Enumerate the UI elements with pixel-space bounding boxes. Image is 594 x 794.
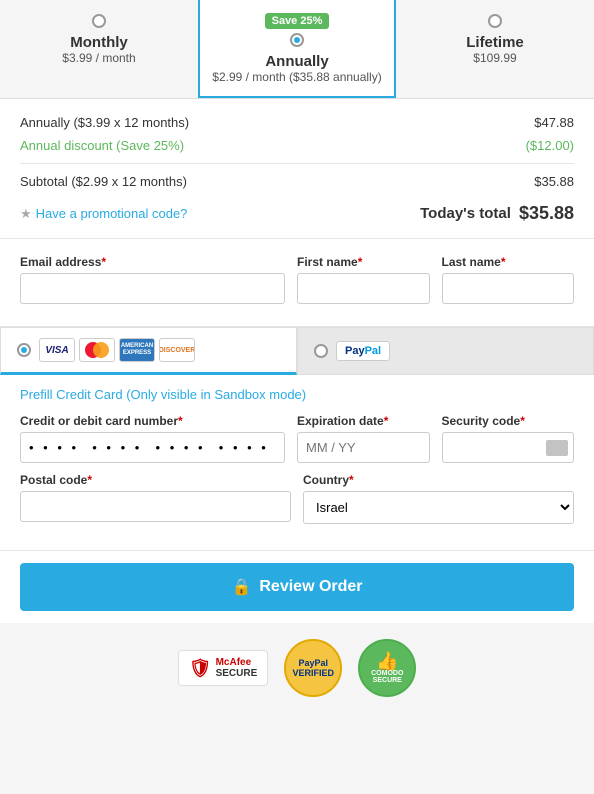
payment-tab-paypal[interactable]: PayPal: [297, 327, 594, 375]
plan-lifetime-name: Lifetime: [406, 34, 584, 51]
plan-annually-name: Annually: [208, 53, 386, 70]
total-area: Today's total $35.88: [420, 203, 574, 224]
card-icons: VISA AMERICANEXPRESS DISCOVER: [39, 338, 195, 362]
mastercard-icon: [79, 338, 115, 362]
star-icon: ★: [20, 206, 32, 221]
cvv-group: Security code*: [442, 414, 575, 463]
prefill-text: Prefill Credit Card (Only visible in San…: [20, 387, 574, 402]
plan-monthly-radio[interactable]: [92, 14, 106, 28]
paypal-badge-line1: PayPal: [299, 658, 329, 668]
postal-group: Postal code*: [20, 473, 291, 524]
payment-tabs: VISA AMERICANEXPRESS DISCOVER PayPal: [0, 327, 594, 375]
plan-monthly-price: $3.99 / month: [10, 51, 188, 65]
country-group: Country* Israel United States United Kin…: [303, 473, 574, 524]
security-badges: 🛡 McAfee SECURE PayPal VERIFIED 👍 COMODO…: [0, 623, 594, 713]
email-required: *: [101, 255, 106, 269]
comodo-badge: 👍 COMODO SECURE: [358, 639, 416, 697]
cvv-card-icon: [546, 440, 568, 456]
summary-divider: [20, 163, 574, 164]
save-badge: Save 25%: [265, 13, 330, 29]
total-label: Today's total: [420, 205, 511, 222]
mcafee-badge: 🛡 McAfee SECURE: [178, 650, 269, 686]
summary-subtotal-amount: $35.88: [534, 174, 574, 189]
summary-subtotal-label: Subtotal ($2.99 x 12 months): [20, 174, 187, 189]
fname-label: First name*: [297, 255, 430, 269]
promo-label: Have a promotional code?: [36, 206, 188, 221]
review-btn-section: 🔒 Review Order: [0, 550, 594, 623]
review-order-button[interactable]: 🔒 Review Order: [20, 563, 574, 611]
plan-annually-radio[interactable]: [290, 33, 304, 47]
personal-info-form: Email address* First name* Last name*: [0, 239, 594, 327]
paypal-tab-radio[interactable]: [314, 344, 328, 358]
cvv-label: Security code*: [442, 414, 575, 428]
exp-input[interactable]: [297, 432, 430, 463]
plan-annually-price: $2.99 / month ($35.88 annually): [208, 70, 386, 84]
amex-icon: AMERICANEXPRESS: [119, 338, 155, 362]
card-number-group: Credit or debit card number*: [20, 414, 285, 463]
comodo-icon: 👍: [376, 652, 398, 670]
exp-label: Expiration date*: [297, 414, 430, 428]
total-amount: $35.88: [519, 203, 574, 224]
lock-icon: 🔒: [231, 577, 251, 597]
comodo-line1: COMODO: [371, 670, 403, 677]
paypal-badge-line2: VERIFIED: [293, 668, 335, 678]
paypal-icon: PayPal: [336, 341, 390, 361]
card-number-label: Credit or debit card number*: [20, 414, 285, 428]
postal-input[interactable]: [20, 491, 291, 522]
card-row-2: Postal code* Country* Israel United Stat…: [20, 473, 574, 524]
plan-monthly-name: Monthly: [10, 34, 188, 51]
form-row-1: Email address* First name* Last name*: [20, 255, 574, 304]
lname-required: *: [501, 255, 506, 269]
fname-group: First name*: [297, 255, 430, 304]
card-row-1: Credit or debit card number* Expiration …: [20, 414, 574, 463]
order-summary: Annually ($3.99 x 12 months) $47.88 Annu…: [0, 99, 594, 239]
plan-annually[interactable]: Save 25% Annually $2.99 / month ($35.88 …: [198, 0, 396, 98]
promo-row: ★ Have a promotional code? Today's total …: [20, 193, 574, 226]
summary-annually-row: Annually ($3.99 x 12 months) $47.88: [20, 111, 574, 134]
plans-row: Monthly $3.99 / month Save 25% Annually …: [0, 0, 594, 99]
summary-discount-label: Annual discount (Save 25%): [20, 138, 184, 153]
plan-lifetime-price: $109.99: [406, 51, 584, 65]
summary-discount-row: Annual discount (Save 25%) ($12.00): [20, 134, 574, 157]
email-label: Email address*: [20, 255, 285, 269]
card-form: Prefill Credit Card (Only visible in San…: [0, 375, 594, 550]
postal-label: Postal code*: [20, 473, 291, 487]
mcafee-icon: 🛡: [189, 658, 212, 679]
lname-group: Last name*: [442, 255, 575, 304]
cvv-wrapper: [442, 432, 575, 463]
fname-input[interactable]: [297, 273, 430, 304]
lname-input[interactable]: [442, 273, 575, 304]
lname-label: Last name*: [442, 255, 575, 269]
plan-monthly[interactable]: Monthly $3.99 / month: [0, 0, 198, 98]
summary-subtotal-row: Subtotal ($2.99 x 12 months) $35.88: [20, 170, 574, 193]
fname-required: *: [358, 255, 363, 269]
paypal-verified-badge: PayPal VERIFIED: [284, 639, 342, 697]
card-tab-radio[interactable]: [17, 343, 31, 357]
exp-group: Expiration date*: [297, 414, 430, 463]
review-order-label: Review Order: [259, 578, 362, 596]
country-label: Country*: [303, 473, 574, 487]
discover-icon: DISCOVER: [159, 338, 195, 362]
country-select[interactable]: Israel United States United Kingdom Cana…: [303, 491, 574, 524]
card-number-input[interactable]: [20, 432, 285, 463]
summary-annually-amount: $47.88: [534, 115, 574, 130]
plan-lifetime[interactable]: Lifetime $109.99: [396, 0, 594, 98]
payment-section: VISA AMERICANEXPRESS DISCOVER PayPal Pre…: [0, 327, 594, 550]
email-input[interactable]: [20, 273, 285, 304]
summary-annually-label: Annually ($3.99 x 12 months): [20, 115, 189, 130]
email-group: Email address*: [20, 255, 285, 304]
mcafee-line2: SECURE: [216, 668, 258, 679]
summary-discount-amount: ($12.00): [526, 138, 574, 153]
mcafee-line1: McAfee: [216, 657, 258, 668]
promo-link[interactable]: ★ Have a promotional code?: [20, 206, 187, 222]
payment-tab-card[interactable]: VISA AMERICANEXPRESS DISCOVER: [0, 327, 297, 375]
visa-icon: VISA: [39, 338, 75, 362]
comodo-line2: SECURE: [373, 677, 402, 684]
mcafee-text: McAfee SECURE: [216, 657, 258, 679]
plan-lifetime-radio[interactable]: [488, 14, 502, 28]
